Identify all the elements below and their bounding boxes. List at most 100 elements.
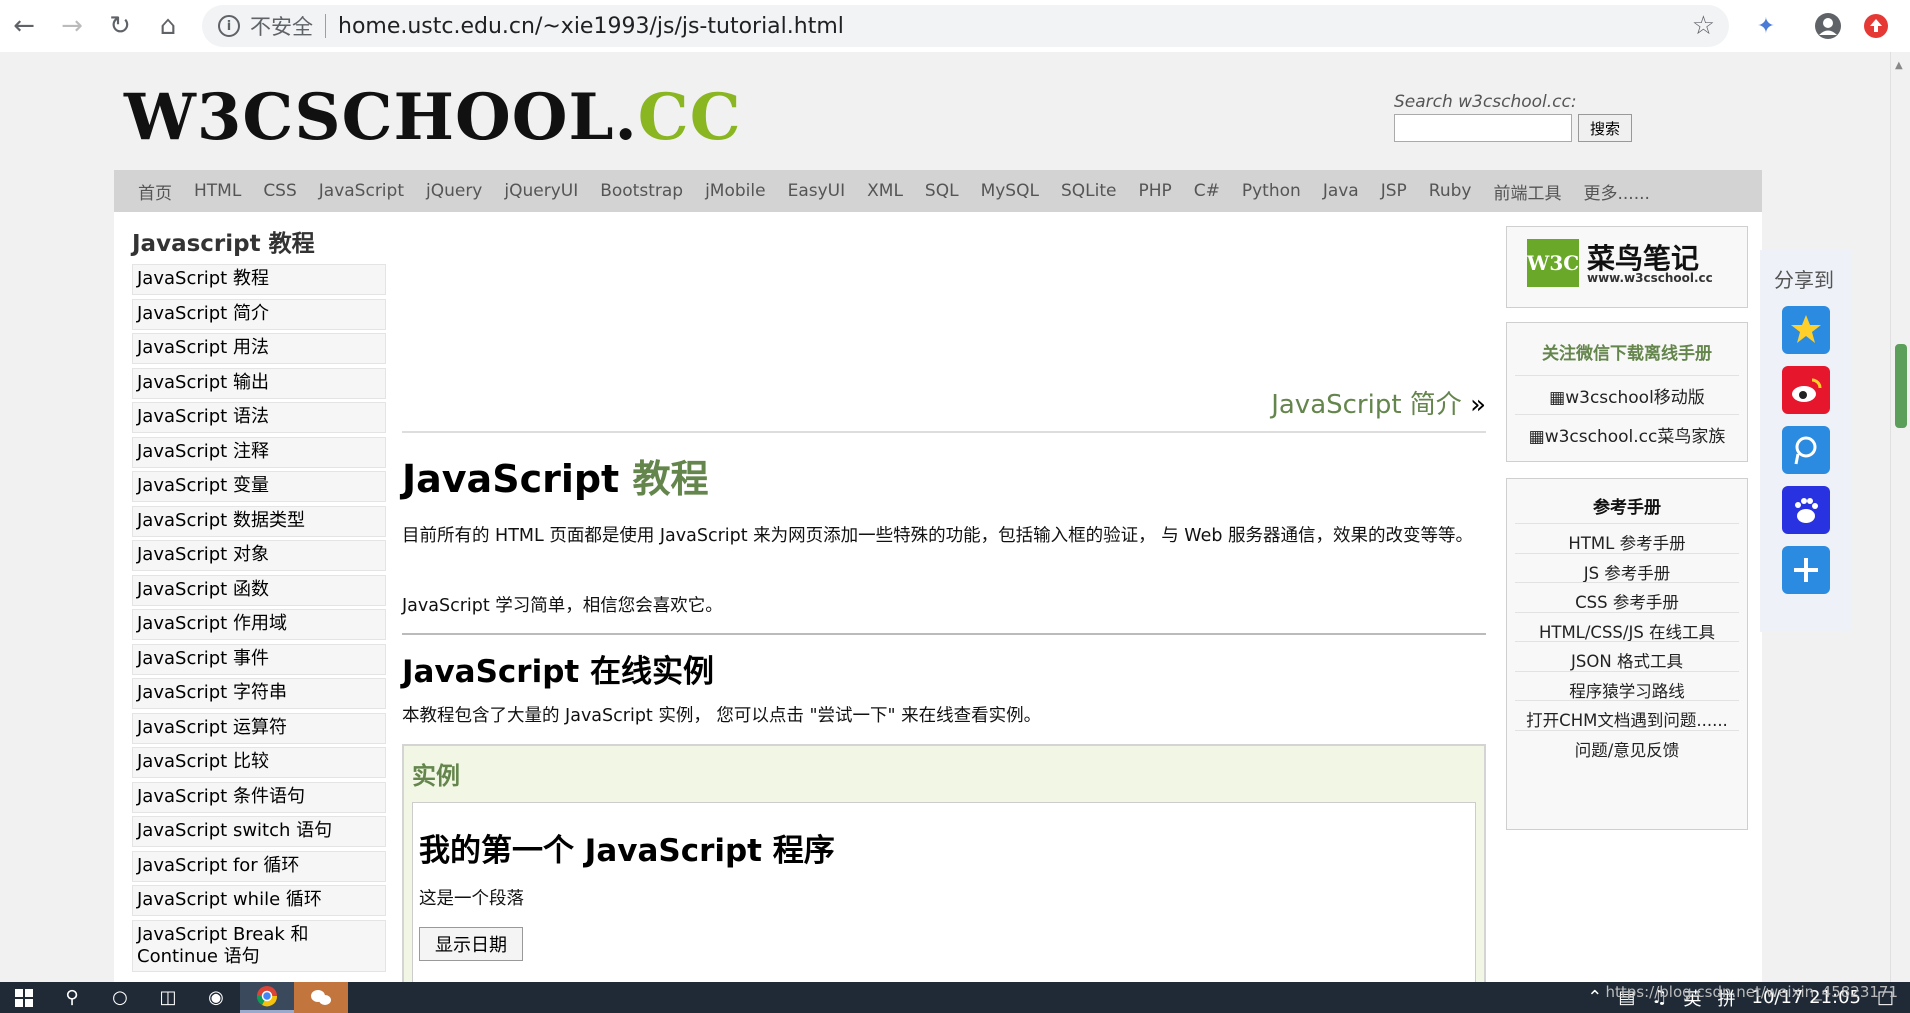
topnav-item[interactable]: SQL — [925, 181, 959, 201]
topnav-item[interactable]: 前端工具 — [1493, 179, 1561, 204]
share-title: 分享到 — [1774, 268, 1834, 292]
topnav-item[interactable]: SQLite — [1061, 181, 1117, 201]
sidebar-item[interactable]: JavaScript while 循环 — [132, 885, 386, 916]
sidebar-item[interactable]: JavaScript 对象 — [132, 540, 386, 571]
page-title: JavaScript 教程 — [402, 457, 709, 501]
wechat-box: 关注微信下载离线手册 ▦w3cschool移动版 ▦w3cschool.cc菜鸟… — [1506, 322, 1748, 462]
divider — [402, 431, 1486, 433]
topnav-item[interactable]: MySQL — [981, 181, 1039, 201]
search-input[interactable] — [1394, 114, 1572, 142]
site-logo[interactable]: W3CSCHOOL.CC — [124, 80, 742, 155]
extension-icon[interactable]: ✦ — [1752, 12, 1780, 40]
sidebar-item[interactable]: JavaScript 语法 — [132, 402, 386, 433]
divider — [1515, 414, 1739, 415]
sidebar-item[interactable]: JavaScript 用法 — [132, 333, 386, 364]
cainiao-notes-banner[interactable]: W3C 菜鸟笔记 www.w3cschool.cc — [1506, 226, 1748, 308]
sidebar-item[interactable]: JavaScript 比较 — [132, 747, 386, 778]
windows-start-icon[interactable] — [0, 982, 48, 1013]
topnav-item[interactable]: JSP — [1381, 181, 1407, 201]
topnav-item[interactable]: EasyUI — [788, 181, 846, 201]
section-heading: JavaScript 在线实例 — [402, 654, 714, 690]
family-link[interactable]: ▦w3cschool.cc菜鸟家族 — [1507, 422, 1747, 447]
baidu-icon[interactable] — [1782, 486, 1830, 534]
scroll-up-icon[interactable]: ▲ — [1895, 60, 1903, 71]
topnav-item[interactable]: jQueryUI — [504, 181, 578, 201]
section-paragraph: 本教程包含了大量的 JavaScript 实例， 您可以点击 "尝试一下" 来在… — [402, 706, 1042, 726]
bookmark-star-icon[interactable]: ☆ — [1692, 11, 1715, 41]
example-preview: 我的第一个 JavaScript 程序 这是一个段落 显示日期 — [412, 802, 1476, 982]
sidebar-item[interactable]: JavaScript 教程 — [132, 264, 386, 295]
topnav-item[interactable]: 首页 — [138, 179, 172, 204]
topnav-item[interactable]: PHP — [1138, 181, 1171, 201]
cortana-icon[interactable]: ○ — [96, 982, 144, 1013]
topnav-item[interactable]: Java — [1323, 181, 1359, 201]
sidebar-item[interactable]: JavaScript 字符串 — [132, 678, 386, 709]
left-sidebar: Javascript 教程 JavaScript 教程 JavaScript 简介… — [132, 224, 390, 975]
url-text[interactable]: home.ustc.edu.cn/~xie1993/js/js-tutorial… — [338, 14, 844, 39]
topnav-item[interactable]: Ruby — [1429, 181, 1472, 201]
topnav-item[interactable]: XML — [867, 181, 903, 201]
sidebar-item[interactable]: JavaScript 函数 — [132, 574, 386, 606]
omnibox-separator — [325, 14, 326, 38]
page-scrollbar[interactable]: ▲ — [1890, 52, 1910, 982]
broken-image-icon: ▦ — [1549, 388, 1566, 408]
chrome-taskbar-icon[interactable] — [240, 982, 294, 1013]
search-button[interactable]: 搜索 — [1578, 114, 1632, 142]
forward-icon[interactable]: → — [48, 2, 96, 50]
sidebar-item[interactable]: JavaScript 运算符 — [132, 712, 386, 744]
intro-paragraph-2: JavaScript 学习简单，相信您会喜欢它。 — [402, 596, 723, 616]
mobile-version-link[interactable]: ▦w3cschool移动版 — [1507, 383, 1747, 408]
reload-icon[interactable]: ↻ — [96, 2, 144, 50]
topnav-item[interactable]: Bootstrap — [600, 181, 683, 201]
sidebar-item[interactable]: JavaScript 输出 — [132, 367, 386, 399]
tencent-weibo-icon[interactable] — [1782, 426, 1830, 474]
topnav-item[interactable]: Python — [1242, 181, 1301, 201]
wechat-title[interactable]: 关注微信下载离线手册 — [1507, 339, 1747, 364]
example-paragraph: 这是一个段落 — [419, 889, 524, 909]
next-page-link[interactable]: JavaScript 简介 » — [1271, 384, 1486, 421]
reference-link[interactable]: 问题/意见反馈 — [1515, 729, 1739, 766]
sidebar-item[interactable]: JavaScript 事件 — [132, 643, 386, 675]
update-icon[interactable] — [1862, 12, 1890, 40]
topnav-item[interactable]: jQuery — [426, 181, 482, 201]
example-box: 实例 我的第一个 JavaScript 程序 这是一个段落 显示日期 — [402, 744, 1486, 982]
wechat-taskbar-icon[interactable] — [294, 982, 348, 1013]
sidebar-item[interactable]: JavaScript 变量 — [132, 471, 386, 502]
sidebar-item[interactable]: JavaScript 注释 — [132, 436, 386, 468]
sidebar-item[interactable]: JavaScript for 循环 — [132, 850, 386, 882]
topnav-item[interactable]: CSS — [263, 181, 296, 201]
sidebar-item[interactable]: JavaScript 作用域 — [132, 609, 386, 640]
w3c-logo-icon: W3C — [1527, 239, 1579, 287]
example-title: 实例 — [412, 762, 460, 790]
sidebar-item[interactable]: JavaScript 条件语句 — [132, 781, 386, 813]
ime-toolbar-icon[interactable]: ◉ — [192, 982, 240, 1013]
topnav-item[interactable]: jMobile — [705, 181, 766, 201]
task-view-icon[interactable]: ◫ — [144, 982, 192, 1013]
chevron-up-icon[interactable]: ⌃ — [1587, 987, 1602, 1008]
watermark-text: https://blog.csdn.net/weixin_45823171 — [1605, 983, 1898, 1001]
divider — [1515, 375, 1739, 376]
topnav-item[interactable]: C# — [1194, 181, 1220, 201]
profile-icon[interactable] — [1814, 12, 1842, 40]
search-icon[interactable]: ⚲ — [48, 982, 96, 1013]
sidebar-item[interactable]: JavaScript 简介 — [132, 298, 386, 330]
qzone-icon[interactable] — [1782, 306, 1830, 354]
address-bar[interactable]: i 不安全 home.ustc.edu.cn/~xie1993/js/js-tu… — [202, 5, 1729, 47]
browser-toolbar: ← → ↻ ⌂ i 不安全 home.ustc.edu.cn/~xie1993/… — [0, 0, 1910, 52]
sidebar-item[interactable]: JavaScript switch 语句 — [132, 816, 386, 847]
more-share-icon[interactable] — [1782, 546, 1830, 594]
topnav-item[interactable]: 更多...... — [1583, 179, 1649, 204]
scrollbar-thumb[interactable] — [1895, 344, 1907, 428]
topnav-item[interactable]: JavaScript — [319, 181, 404, 201]
topnav-item[interactable]: HTML — [194, 181, 241, 201]
sidebar-item[interactable]: JavaScript 数据类型 — [132, 505, 386, 537]
reference-title: 参考手册 — [1593, 498, 1661, 518]
home-icon[interactable]: ⌂ — [144, 2, 192, 50]
back-icon[interactable]: ← — [0, 2, 48, 50]
show-date-button[interactable]: 显示日期 — [419, 927, 523, 961]
weibo-icon[interactable] — [1782, 366, 1830, 414]
sidebar-item[interactable]: JavaScript Break 和 Continue 语句 — [132, 919, 386, 972]
sidebar-title: Javascript 教程 — [132, 231, 315, 257]
intro-paragraph: 目前所有的 HTML 页面都是使用 JavaScript 来为网页添加一些特殊的… — [402, 526, 1474, 546]
info-icon[interactable]: i — [218, 15, 240, 37]
